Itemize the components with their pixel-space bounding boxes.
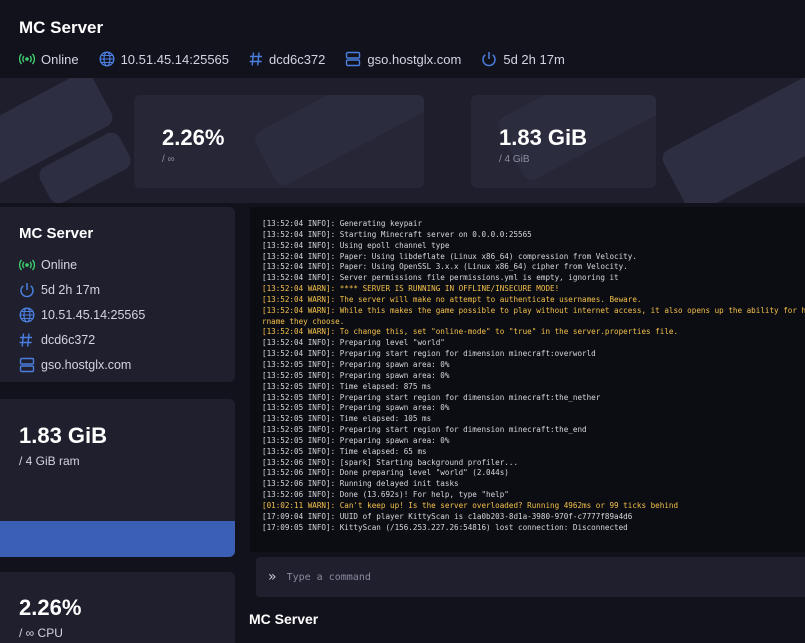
address-info: 10.51.45.14:25565 [99,51,229,67]
console-line: [13:52:05 INFO]: Time elapsed: 875 ms [262,381,432,391]
prompt-chevron-icon: » [268,569,277,585]
info-node-row: gso.hostglx.com [19,352,235,377]
memory-card: 1.83 GiB / 4 GiB ram [0,399,235,557]
console-line: [13:52:04 WARN]: **** SERVER IS RUNNING … [262,284,560,294]
console-line: [13:52:06 INFO]: Running delayed init ta… [262,479,459,489]
status-text: Online [41,51,79,67]
server-header: MC Server Online 10.51.45.14:25565 dcd6c… [0,0,805,78]
console-line: [13:52:06 INFO]: Done (13.692s)! For hel… [262,490,509,500]
memory-value: 1.83 GiB [19,423,108,448]
cpu-stat-card: 2.26% / ∞ [134,95,424,188]
id-text: dcd6c372 [269,51,326,67]
banner-decoration [659,78,805,203]
console-line: [17:09:05 INFO]: KittyScan (/156.253.227… [262,522,628,532]
memory-usage-fill [0,521,235,557]
cpu-value: 2.26% [19,595,82,620]
address-text: 10.51.45.14:25565 [120,51,230,67]
info-address-text: 10.51.45.14:25565 [41,307,146,322]
memory-label: / 4 GiB ram [19,454,80,468]
online-signal-icon [19,258,41,272]
power-icon [19,282,41,298]
section-title: MC Server [249,611,319,627]
command-input[interactable] [286,571,767,583]
info-address-row: 10.51.45.14:25565 [19,302,235,327]
online-signal-icon [19,52,35,66]
command-bar: » [256,557,805,597]
console-line: [17:09:04 INFO]: UUID of player KittySca… [262,511,633,521]
console-line: [13:52:05 INFO]: Preparing start region … [262,392,601,402]
console-line: rname they choose. [262,316,345,326]
info-uptime-row: 5d 2h 17m [19,277,235,302]
console-line: [13:52:05 INFO]: Preparing spawn area: 0… [262,403,450,413]
info-id-row: dcd6c372 [19,327,235,352]
memory-stat-limit: / 4 GiB [499,154,530,165]
console-line: [13:52:04 INFO]: Paper: Using OpenSSL 3.… [262,262,628,272]
node-info: gso.hostglx.com [345,51,461,67]
info-status-text: Online [41,257,78,272]
uptime-text: 5d 2h 17m [503,51,565,67]
console-line: [13:52:04 INFO]: Starting Minecraft serv… [262,229,532,239]
uptime-info: 5d 2h 17m [481,51,565,67]
console-line: [13:52:06 INFO]: Done preparing level "w… [262,468,509,478]
info-node-text: gso.hostglx.com [41,357,132,372]
globe-icon [19,306,41,323]
console-line: [13:52:05 INFO]: Preparing spawn area: 0… [262,370,450,380]
info-server-name: MC Server [19,225,94,242]
console-line: [13:52:04 WARN]: While this makes the ga… [262,305,805,315]
power-icon [481,51,497,67]
console-line: [13:52:04 WARN]: The server will make no… [262,294,642,304]
console-line: [13:52:05 INFO]: Time elapsed: 105 ms [262,414,432,424]
console-line: [13:52:04 INFO]: Preparing level "world" [262,338,445,348]
memory-stat-value: 1.83 GiB [499,125,588,150]
server-console[interactable]: [13:52:04 INFO]: Generating keypair [13:5… [250,207,805,552]
card-decoration [251,95,424,188]
console-line: [13:52:05 INFO]: Preparing spawn area: 0… [262,359,450,369]
server-icon [345,51,361,67]
console-line: [13:52:04 INFO]: Paper: Using libdeflate… [262,251,637,261]
memory-usage-bar [0,521,235,557]
stats-banner: 2.26% / ∞ 1.83 GiB / 4 GiB [0,78,805,203]
server-icon [19,357,41,373]
server-info-card: MC Server Online 5d 2h 17m 10.51.45.14:2… [0,207,235,382]
memory-stat-card: 1.83 GiB / 4 GiB [471,95,656,188]
console-line: [13:52:04 INFO]: Using epoll channel typ… [262,240,450,250]
console-line: [13:52:05 INFO]: Time elapsed: 65 ms [262,446,427,456]
node-text: gso.hostglx.com [367,51,462,67]
console-line: [13:52:04 INFO]: Preparing start region … [262,349,596,359]
console-line: [13:52:05 INFO]: Preparing spawn area: 0… [262,435,450,445]
console-line: [13:52:05 INFO]: Preparing start region … [262,425,587,435]
cpu-card: 2.26% / ∞ CPU [0,572,235,643]
console-line: [13:52:04 WARN]: To change this, set "on… [262,327,679,337]
globe-icon [99,51,115,67]
server-meta-row: Online 10.51.45.14:25565 dcd6c372 gso.ho… [19,51,805,67]
console-line: [13:52:04 INFO]: Server permissions file… [262,273,619,283]
console-line: [13:52:04 INFO]: Generating keypair [262,219,423,228]
info-uptime-text: 5d 2h 17m [41,282,101,297]
status-indicator: Online [19,52,79,67]
console-line: [13:52:06 INFO]: [spark] Starting backgr… [262,457,519,467]
id-info: dcd6c372 [249,51,325,67]
cpu-label: / ∞ CPU [19,626,63,640]
console-line: [01:02:11 WARN]: Can't keep up! Is the s… [262,500,679,510]
hash-icon [249,51,263,67]
info-status-row: Online [19,252,235,277]
cpu-stat-value: 2.26% [162,125,225,150]
hash-icon [19,332,41,348]
info-id-text: dcd6c372 [41,332,96,347]
cpu-stat-limit: / ∞ [162,154,175,165]
server-title: MC Server [19,18,104,37]
